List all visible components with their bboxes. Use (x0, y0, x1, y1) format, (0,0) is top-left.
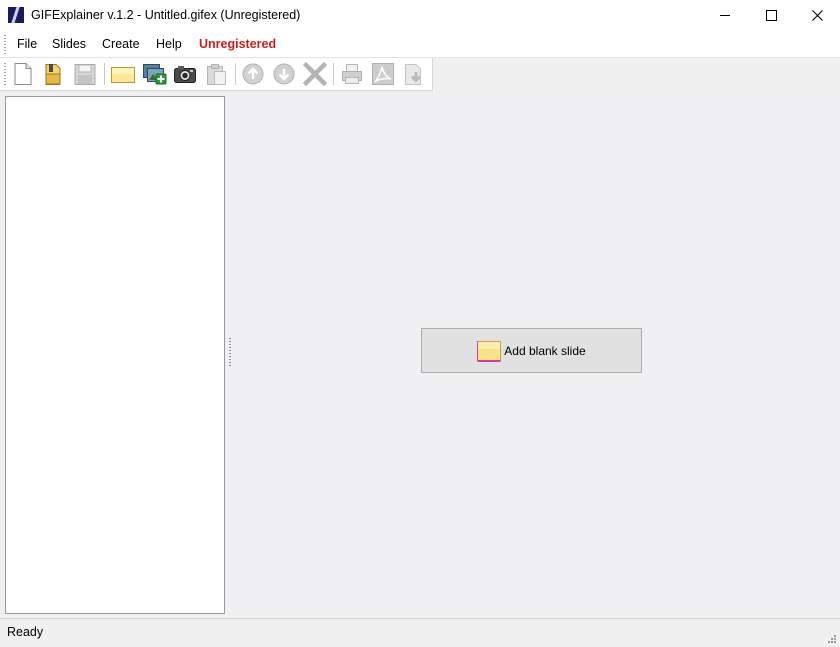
toolbar (0, 58, 433, 91)
close-icon (811, 10, 823, 21)
open-file-icon (45, 64, 61, 85)
slide-list-panel[interactable] (5, 96, 225, 614)
move-up-button[interactable] (240, 62, 266, 86)
menu-create[interactable]: Create (102, 37, 140, 51)
add-image-icon (143, 64, 167, 85)
paste-button[interactable] (203, 62, 229, 86)
menu-bar: File Slides Create Help Unregistered (0, 31, 840, 58)
minimize-button[interactable] (702, 0, 748, 31)
blank-slide-icon (477, 341, 502, 362)
close-button[interactable] (794, 0, 840, 31)
menu-file[interactable]: File (17, 37, 37, 51)
splitter-handle[interactable] (229, 338, 231, 366)
move-down-icon (273, 63, 295, 85)
toolbar-separator (333, 63, 334, 85)
resize-grip-icon[interactable] (827, 634, 837, 644)
add-blank-slide-button[interactable] (110, 62, 136, 86)
export-icon (405, 64, 422, 85)
pdf-icon (372, 63, 394, 85)
screenshot-button[interactable] (172, 62, 198, 86)
delete-button[interactable] (302, 61, 328, 87)
toolbar-grip[interactable] (4, 63, 6, 85)
camera-icon (174, 66, 196, 83)
add-image-button[interactable] (141, 62, 167, 86)
new-document-icon (14, 63, 32, 85)
menu-help[interactable]: Help (156, 37, 182, 51)
export-pdf-button[interactable] (370, 62, 396, 86)
new-document-button[interactable] (10, 62, 36, 86)
title-bar: GIFExplainer v.1.2 - Untitled.gifex (Unr… (0, 0, 840, 31)
minimize-icon (720, 15, 730, 16)
menu-slides[interactable]: Slides (52, 37, 86, 51)
paste-icon (207, 64, 226, 85)
save-button[interactable] (72, 62, 98, 86)
app-icon[interactable] (8, 7, 24, 23)
print-icon (342, 64, 362, 84)
status-bar: Ready (0, 618, 840, 647)
workspace: Add blank slide (0, 91, 840, 618)
open-button[interactable] (40, 62, 66, 86)
blank-slide-icon (111, 67, 135, 83)
menu-unregistered[interactable]: Unregistered (199, 37, 276, 51)
toolbar-separator (104, 63, 105, 85)
save-icon (74, 64, 96, 85)
add-blank-slide-label: Add blank slide (504, 343, 586, 358)
move-up-icon (242, 63, 264, 85)
maximize-icon (765, 10, 777, 21)
delete-icon (302, 61, 328, 87)
maximize-button[interactable] (748, 0, 794, 31)
add-blank-slide-main-button[interactable]: Add blank slide (421, 328, 642, 373)
print-button[interactable] (339, 62, 365, 86)
toolbar-separator (235, 63, 236, 85)
export-button[interactable] (401, 62, 427, 86)
move-down-button[interactable] (271, 62, 297, 86)
window-title: GIFExplainer v.1.2 - Untitled.gifex (Unr… (31, 8, 301, 22)
menu-grip[interactable] (4, 35, 6, 54)
status-text: Ready (7, 625, 44, 639)
